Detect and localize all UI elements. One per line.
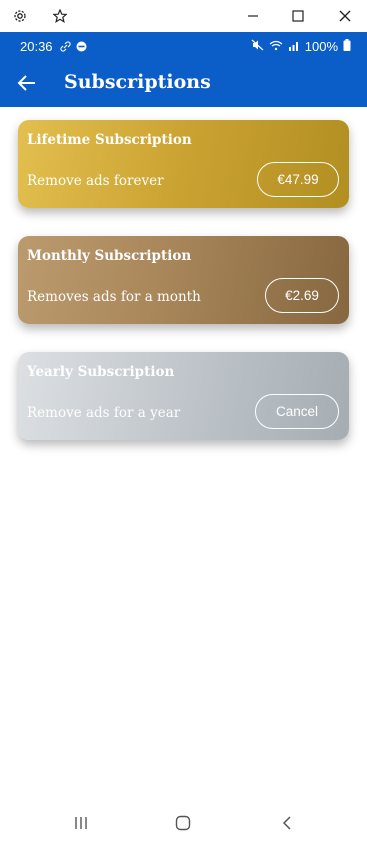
- mute-icon: [251, 39, 264, 54]
- close-icon[interactable]: [337, 8, 353, 24]
- card-title: Yearly Subscription: [27, 364, 175, 380]
- monthly-subscription-card[interactable]: Monthly Subscription Removes ads for a m…: [18, 236, 349, 324]
- buy-monthly-button[interactable]: €2.69: [265, 278, 339, 313]
- star-icon[interactable]: [52, 8, 68, 24]
- link-icon: [60, 40, 71, 55]
- gear-icon[interactable]: [12, 8, 28, 24]
- signal-icon: [288, 39, 300, 54]
- card-title: Monthly Subscription: [27, 248, 192, 264]
- back-arrow-icon[interactable]: [16, 72, 38, 94]
- window-toolbar: [0, 0, 367, 32]
- home-icon[interactable]: [173, 813, 193, 833]
- status-bar: 20:36 100%: [0, 32, 367, 60]
- card-description: Removes ads for a month: [27, 289, 201, 305]
- wifi-icon: [269, 39, 283, 54]
- recent-apps-icon[interactable]: [71, 813, 91, 833]
- card-title: Lifetime Subscription: [27, 132, 192, 148]
- card-description: Remove ads forever: [27, 173, 164, 189]
- cancel-yearly-button[interactable]: Cancel: [255, 394, 339, 429]
- minimize-icon[interactable]: [245, 8, 261, 24]
- card-description: Remove ads for a year: [27, 405, 181, 421]
- status-time: 20:36: [20, 39, 53, 54]
- lifetime-subscription-card[interactable]: Lifetime Subscription Remove ads forever…: [18, 120, 349, 208]
- battery-icon: [343, 39, 351, 54]
- page-title: Subscriptions: [64, 71, 211, 93]
- app-bar: Subscriptions: [0, 60, 367, 107]
- buy-lifetime-button[interactable]: €47.99: [257, 162, 339, 197]
- battery-level: 100%: [304, 39, 338, 54]
- yearly-subscription-card[interactable]: Yearly Subscription Remove ads for a yea…: [18, 352, 349, 440]
- back-nav-icon[interactable]: [277, 813, 297, 833]
- do-not-disturb-icon: [76, 40, 87, 55]
- maximize-icon[interactable]: [290, 8, 306, 24]
- navigation-bar: [0, 803, 367, 843]
